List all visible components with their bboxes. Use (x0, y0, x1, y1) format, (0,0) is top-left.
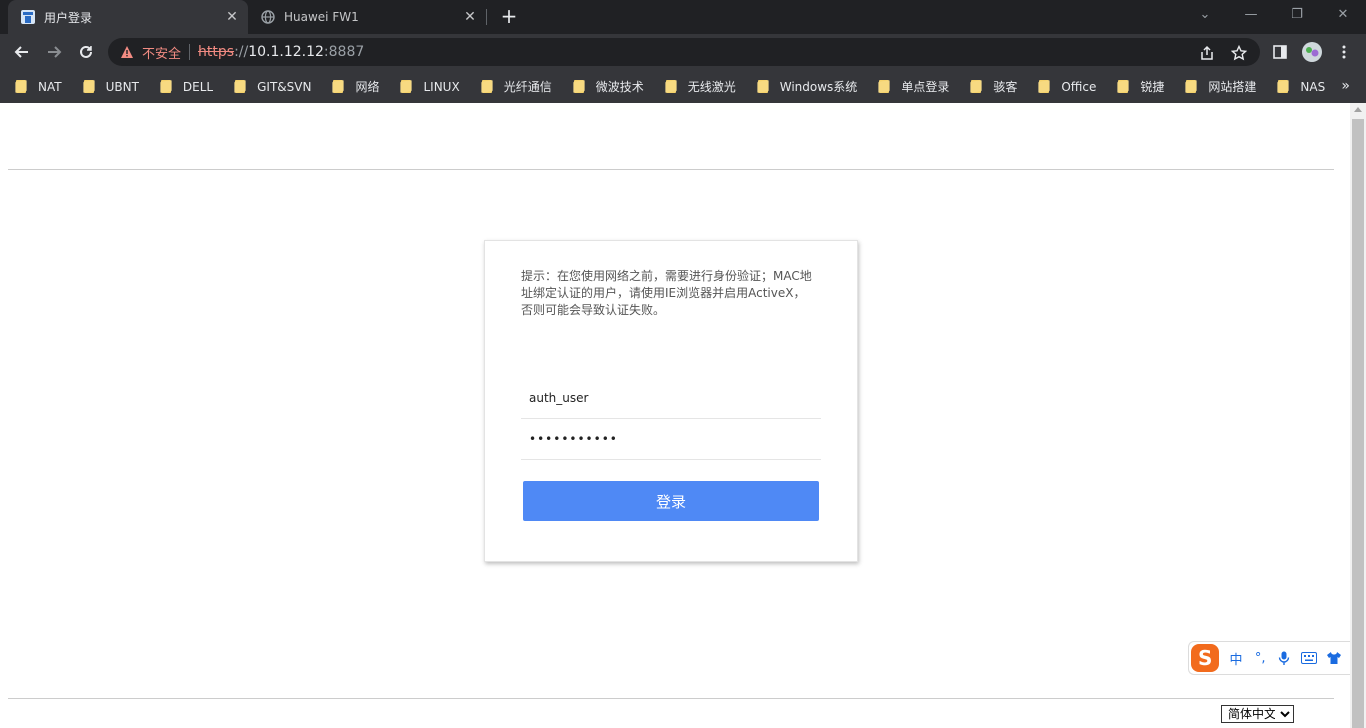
tab-search-icon[interactable]: ⌄ (1194, 4, 1216, 26)
scrollbar-thumb[interactable] (1352, 119, 1364, 728)
tab-strip: 用户登录 ✕ Huawei FW1 ✕ + ⌄ — ❐ ✕ (0, 0, 1366, 34)
bookmark-folder[interactable]: 无线激光 (665, 75, 736, 99)
security-status[interactable]: 不安全 (142, 43, 181, 62)
bookmark-folder[interactable]: NAS (1278, 75, 1325, 99)
new-tab-button[interactable]: + (498, 6, 520, 28)
bookmark-star-icon[interactable] (1230, 44, 1248, 62)
back-arrow-icon (14, 46, 28, 58)
folder-icon (16, 80, 26, 93)
folder-icon (160, 80, 171, 93)
tab-title: Huawei FW1 (284, 10, 359, 24)
scroll-up-icon[interactable] (1354, 107, 1362, 112)
username-input[interactable] (529, 391, 821, 405)
page-scrollbar[interactable] (1350, 103, 1366, 728)
folder-icon (83, 80, 94, 93)
folder-icon (757, 80, 768, 93)
folder-icon (333, 80, 344, 93)
tab-title: 用户登录 (44, 10, 93, 25)
page-favicon-icon (20, 9, 36, 25)
forward-arrow-icon (48, 46, 62, 58)
folder-icon (235, 80, 246, 93)
share-icon[interactable] (1198, 44, 1216, 62)
password-field[interactable] (521, 419, 821, 460)
globe-icon (260, 9, 276, 25)
close-window-icon[interactable]: ✕ (1332, 4, 1354, 26)
auth-notice: 提示：在您使用网络之前，需要进行身份验证；MAC地址绑定认证的用户，请使用IE浏… (521, 269, 812, 317)
more-bookmarks-button[interactable]: » (1341, 78, 1350, 94)
bookmark-folder[interactable]: 单点登录 (879, 75, 949, 99)
bookmark-folder[interactable]: 锐捷 (1118, 75, 1164, 99)
sogou-logo-icon[interactable]: S (1191, 644, 1220, 672)
url-scheme: https (198, 44, 235, 60)
folder-icon (1278, 80, 1289, 93)
keyboard-icon[interactable] (1300, 652, 1317, 664)
bookmark-folder[interactable]: 微波技术 (573, 75, 644, 99)
folder-icon (1118, 80, 1129, 93)
bookmark-folder[interactable]: Windows系统 (757, 75, 857, 99)
login-panel: 提示：在您使用网络之前，需要进行身份验证；MAC地址绑定认证的用户，请使用IE浏… (484, 240, 858, 562)
bookmark-folder[interactable]: 网站搭建 (1186, 75, 1256, 99)
folder-icon (573, 80, 584, 93)
login-button[interactable]: 登录 (523, 481, 819, 521)
restore-icon[interactable]: ❐ (1286, 4, 1308, 26)
url-separator: :// (234, 44, 249, 60)
folder-icon (879, 80, 890, 93)
password-input[interactable] (529, 432, 821, 446)
folder-icon (971, 80, 982, 93)
microphone-icon[interactable] (1277, 651, 1292, 665)
reload-icon (80, 45, 92, 58)
tab-separator (486, 9, 487, 25)
bookmark-folder[interactable]: 骇客 (971, 75, 1017, 99)
tab-close-icon[interactable]: ✕ (222, 7, 242, 27)
profile-avatar[interactable] (1300, 40, 1324, 64)
bookmark-folder[interactable]: NAT (16, 75, 62, 99)
more-menu-icon[interactable] (1332, 40, 1356, 64)
bookmark-folder[interactable]: 光纤通信 (481, 75, 552, 99)
ime-punct-toggle[interactable]: °, (1253, 651, 1268, 666)
tab-close-icon[interactable]: ✕ (460, 7, 480, 27)
minimize-icon[interactable]: — (1240, 4, 1262, 26)
bottom-divider (8, 698, 1334, 699)
folder-icon (481, 80, 492, 93)
browser-toolbar: 不安全 https://10.1.12.12:8887 (0, 34, 1366, 70)
bookmark-folder[interactable]: DELL (160, 75, 213, 99)
skin-shirt-icon[interactable] (1326, 651, 1342, 665)
reload-button[interactable] (74, 40, 98, 64)
url-host: 10.1.12.12 (248, 44, 324, 60)
bookmark-folder[interactable]: Office (1039, 75, 1096, 99)
top-divider (8, 169, 1334, 170)
page-content: 提示：在您使用网络之前，需要进行身份验证；MAC地址绑定认证的用户，请使用IE浏… (0, 103, 1366, 728)
folder-icon (665, 80, 676, 93)
username-field[interactable] (521, 378, 821, 419)
tab-user-login[interactable]: 用户登录 ✕ (8, 0, 248, 34)
tab-huawei-fw1[interactable]: Huawei FW1 ✕ (248, 0, 486, 34)
bookmarks-bar: NAT UBNT DELL GIT&SVN 网络 LINUX 光纤通信 微波技术… (0, 70, 1366, 103)
bookmark-folder[interactable]: GIT&SVN (235, 75, 311, 99)
back-button[interactable] (10, 40, 34, 64)
bookmark-folder[interactable]: LINUX (401, 75, 460, 99)
ime-toolbar: S 中 °, (1188, 641, 1366, 675)
bookmark-folder[interactable]: UBNT (83, 75, 139, 99)
omnibox-divider (189, 44, 191, 60)
folder-icon (401, 80, 412, 93)
address-bar[interactable]: 不安全 https://10.1.12.12:8887 (108, 38, 1260, 66)
forward-button[interactable] (42, 40, 66, 64)
folder-icon (1039, 80, 1050, 93)
url-port: :8887 (323, 44, 365, 60)
language-select[interactable]: 简体中文 (1221, 705, 1294, 723)
folder-icon (1186, 80, 1197, 93)
warning-icon[interactable] (120, 45, 134, 59)
bookmark-folder[interactable]: 网络 (333, 75, 379, 99)
ime-mode-toggle[interactable]: 中 (1228, 649, 1243, 668)
side-panel-icon[interactable] (1268, 40, 1292, 64)
